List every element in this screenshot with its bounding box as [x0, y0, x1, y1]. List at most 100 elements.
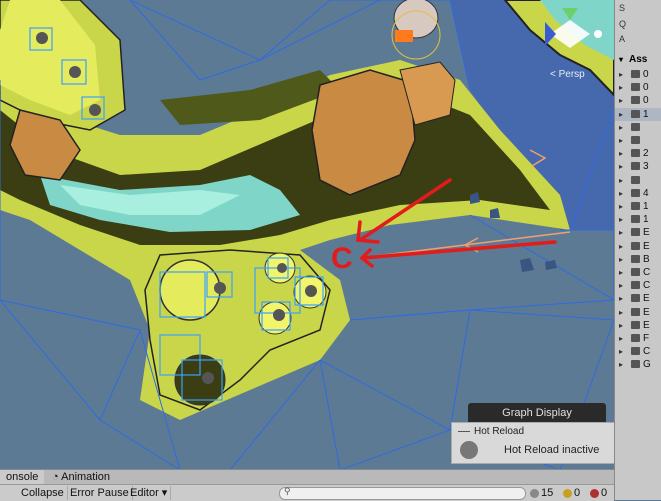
expand-arrow-icon[interactable]: ▸	[619, 94, 623, 107]
expand-icon[interactable]: ▾	[619, 52, 623, 67]
project-row-label: E	[643, 227, 650, 239]
folder-icon	[631, 96, 640, 105]
expand-arrow-icon[interactable]: ▸	[619, 121, 623, 134]
project-row-label: C	[643, 280, 651, 292]
folder-icon	[631, 334, 640, 342]
error-icon	[590, 488, 599, 498]
project-row[interactable]: ▸ C	[615, 345, 661, 358]
project-row[interactable]: ▸ G	[615, 358, 661, 371]
top-icon-3[interactable]: A	[619, 34, 625, 44]
project-row[interactable]: ▸ E	[615, 319, 661, 332]
error-pause-button[interactable]: Error Pause	[67, 486, 133, 500]
project-row-label: 2	[643, 148, 649, 160]
hot-reload-title: Hot Reload	[458, 426, 524, 437]
hot-reload-status: Hot Reload inactive	[504, 444, 600, 456]
project-row[interactable]: ▸ 1	[615, 107, 661, 121]
expand-arrow-icon[interactable]: ▸	[619, 358, 623, 371]
expand-arrow-icon[interactable]: ▸	[619, 266, 623, 279]
perspective-label[interactable]: < Persp	[550, 69, 585, 80]
project-row[interactable]: ▸ 0	[615, 81, 661, 94]
log-icon	[530, 488, 539, 498]
expand-arrow-icon[interactable]: ▸	[619, 240, 623, 253]
expand-arrow-icon[interactable]: ▸	[619, 200, 623, 213]
project-row[interactable]: ▸ E	[615, 226, 661, 239]
project-row-label: E	[643, 240, 650, 252]
project-row-label: C	[643, 267, 651, 278]
project-row[interactable]: ▸ 4	[615, 187, 661, 200]
expand-arrow-icon[interactable]: ▸	[619, 226, 623, 239]
project-row-label: F	[643, 333, 650, 344]
folder-icon	[631, 202, 640, 210]
console-toolbar: Collapse Error Pause Editor ▾ ⚲ 15 0 0	[0, 484, 614, 501]
warning-count[interactable]: 0	[563, 486, 580, 500]
folder-icon	[631, 320, 640, 329]
expand-arrow-icon[interactable]: ▸	[619, 279, 623, 292]
project-row-label: E	[643, 306, 650, 318]
folder-icon	[631, 268, 640, 276]
project-row[interactable]: ▸	[615, 174, 661, 187]
expand-arrow-icon[interactable]: ▸	[619, 134, 623, 147]
project-row[interactable]: ▸ B	[615, 253, 661, 266]
expand-arrow-icon[interactable]: ▸	[619, 345, 623, 358]
folder-icon	[631, 175, 640, 184]
project-row[interactable]: ▸ C	[615, 279, 661, 292]
expand-arrow-icon[interactable]: ▸	[619, 319, 623, 332]
log-count[interactable]: 15	[530, 486, 553, 500]
expand-arrow-icon[interactable]: ▸	[619, 174, 623, 187]
project-row[interactable]: ▸ 2	[615, 147, 661, 160]
project-row[interactable]: ▸ 1	[615, 200, 661, 213]
project-row-label: 0	[643, 69, 649, 80]
top-icon-2[interactable]: Q	[619, 19, 626, 29]
folder-icon	[631, 109, 640, 118]
project-row[interactable]: ▸	[615, 121, 661, 134]
collapse-button[interactable]: Collapse	[18, 486, 68, 500]
project-row[interactable]: ▸	[615, 134, 661, 147]
project-row[interactable]: ▸ 0	[615, 68, 661, 81]
folder-icon	[631, 254, 640, 263]
project-row[interactable]: ▸ C	[615, 266, 661, 279]
project-row[interactable]: ▸ 0	[615, 94, 661, 107]
tab-console[interactable]: onsole	[0, 470, 45, 485]
expand-arrow-icon[interactable]: ▸	[619, 81, 623, 94]
project-row[interactable]: ▸ F	[615, 332, 661, 345]
folder-icon	[631, 294, 640, 303]
scene-canvas[interactable]: C	[0, 0, 614, 470]
editor-dropdown[interactable]: Editor ▾	[127, 486, 172, 500]
project-row[interactable]: ▸ E	[615, 306, 661, 319]
folder-icon	[631, 149, 640, 158]
character-accent	[395, 30, 413, 42]
expand-arrow-icon[interactable]: ▸	[619, 306, 623, 319]
expand-arrow-icon[interactable]: ▸	[619, 332, 623, 345]
expand-arrow-icon[interactable]: ▸	[619, 160, 623, 173]
project-row-label: B	[643, 253, 650, 265]
search-icon: ⚲	[284, 486, 291, 496]
hot-reload-panel: Hot Reload Hot Reload inactive	[451, 422, 614, 464]
scene-view[interactable]: C < Persp Graph Display Hot Reload Hot R…	[0, 0, 614, 470]
project-panel[interactable]: S Q A ▾ Ass ▸ 0 ▸ 0 ▸ 0 ▸ 1 ▸ ▸ ▸ 2 ▸ 3 ▸ ▸ 4 ▸ 1 ▸ 1 ▸ E ▸ E ▸ B ▸ C…	[614, 0, 661, 500]
expand-arrow-icon[interactable]: ▸	[619, 292, 623, 305]
expand-arrow-icon[interactable]: ▸	[619, 187, 623, 200]
top-icon-1[interactable]: S	[619, 3, 625, 13]
graph-display-header[interactable]: Graph Display	[468, 403, 606, 423]
console-search-input[interactable]	[279, 487, 526, 500]
folder-icon	[631, 215, 640, 224]
expand-arrow-icon[interactable]: ▸	[619, 213, 623, 226]
folder-icon	[631, 347, 640, 356]
project-row-label: E	[643, 293, 650, 305]
assets-header[interactable]: ▾ Ass	[615, 52, 661, 67]
expand-arrow-icon[interactable]: ▸	[619, 253, 623, 266]
expand-arrow-icon[interactable]: ▸	[619, 108, 623, 121]
project-row[interactable]: ▸ 1	[615, 213, 661, 226]
folder-icon	[631, 188, 640, 197]
annotation-letter: C	[331, 242, 353, 275]
project-row[interactable]: ▸ E	[615, 292, 661, 305]
project-row[interactable]: ▸ 3	[615, 160, 661, 173]
tab-animation[interactable]: ◔ Animation	[52, 470, 110, 485]
error-count[interactable]: 0	[590, 486, 607, 500]
expand-arrow-icon[interactable]: ▸	[619, 147, 623, 160]
expand-arrow-icon[interactable]: ▸	[619, 68, 623, 81]
bush-1	[159, 259, 221, 321]
project-row-label: E	[643, 319, 650, 331]
project-row-label: G	[643, 359, 651, 371]
project-row[interactable]: ▸ E	[615, 240, 661, 253]
